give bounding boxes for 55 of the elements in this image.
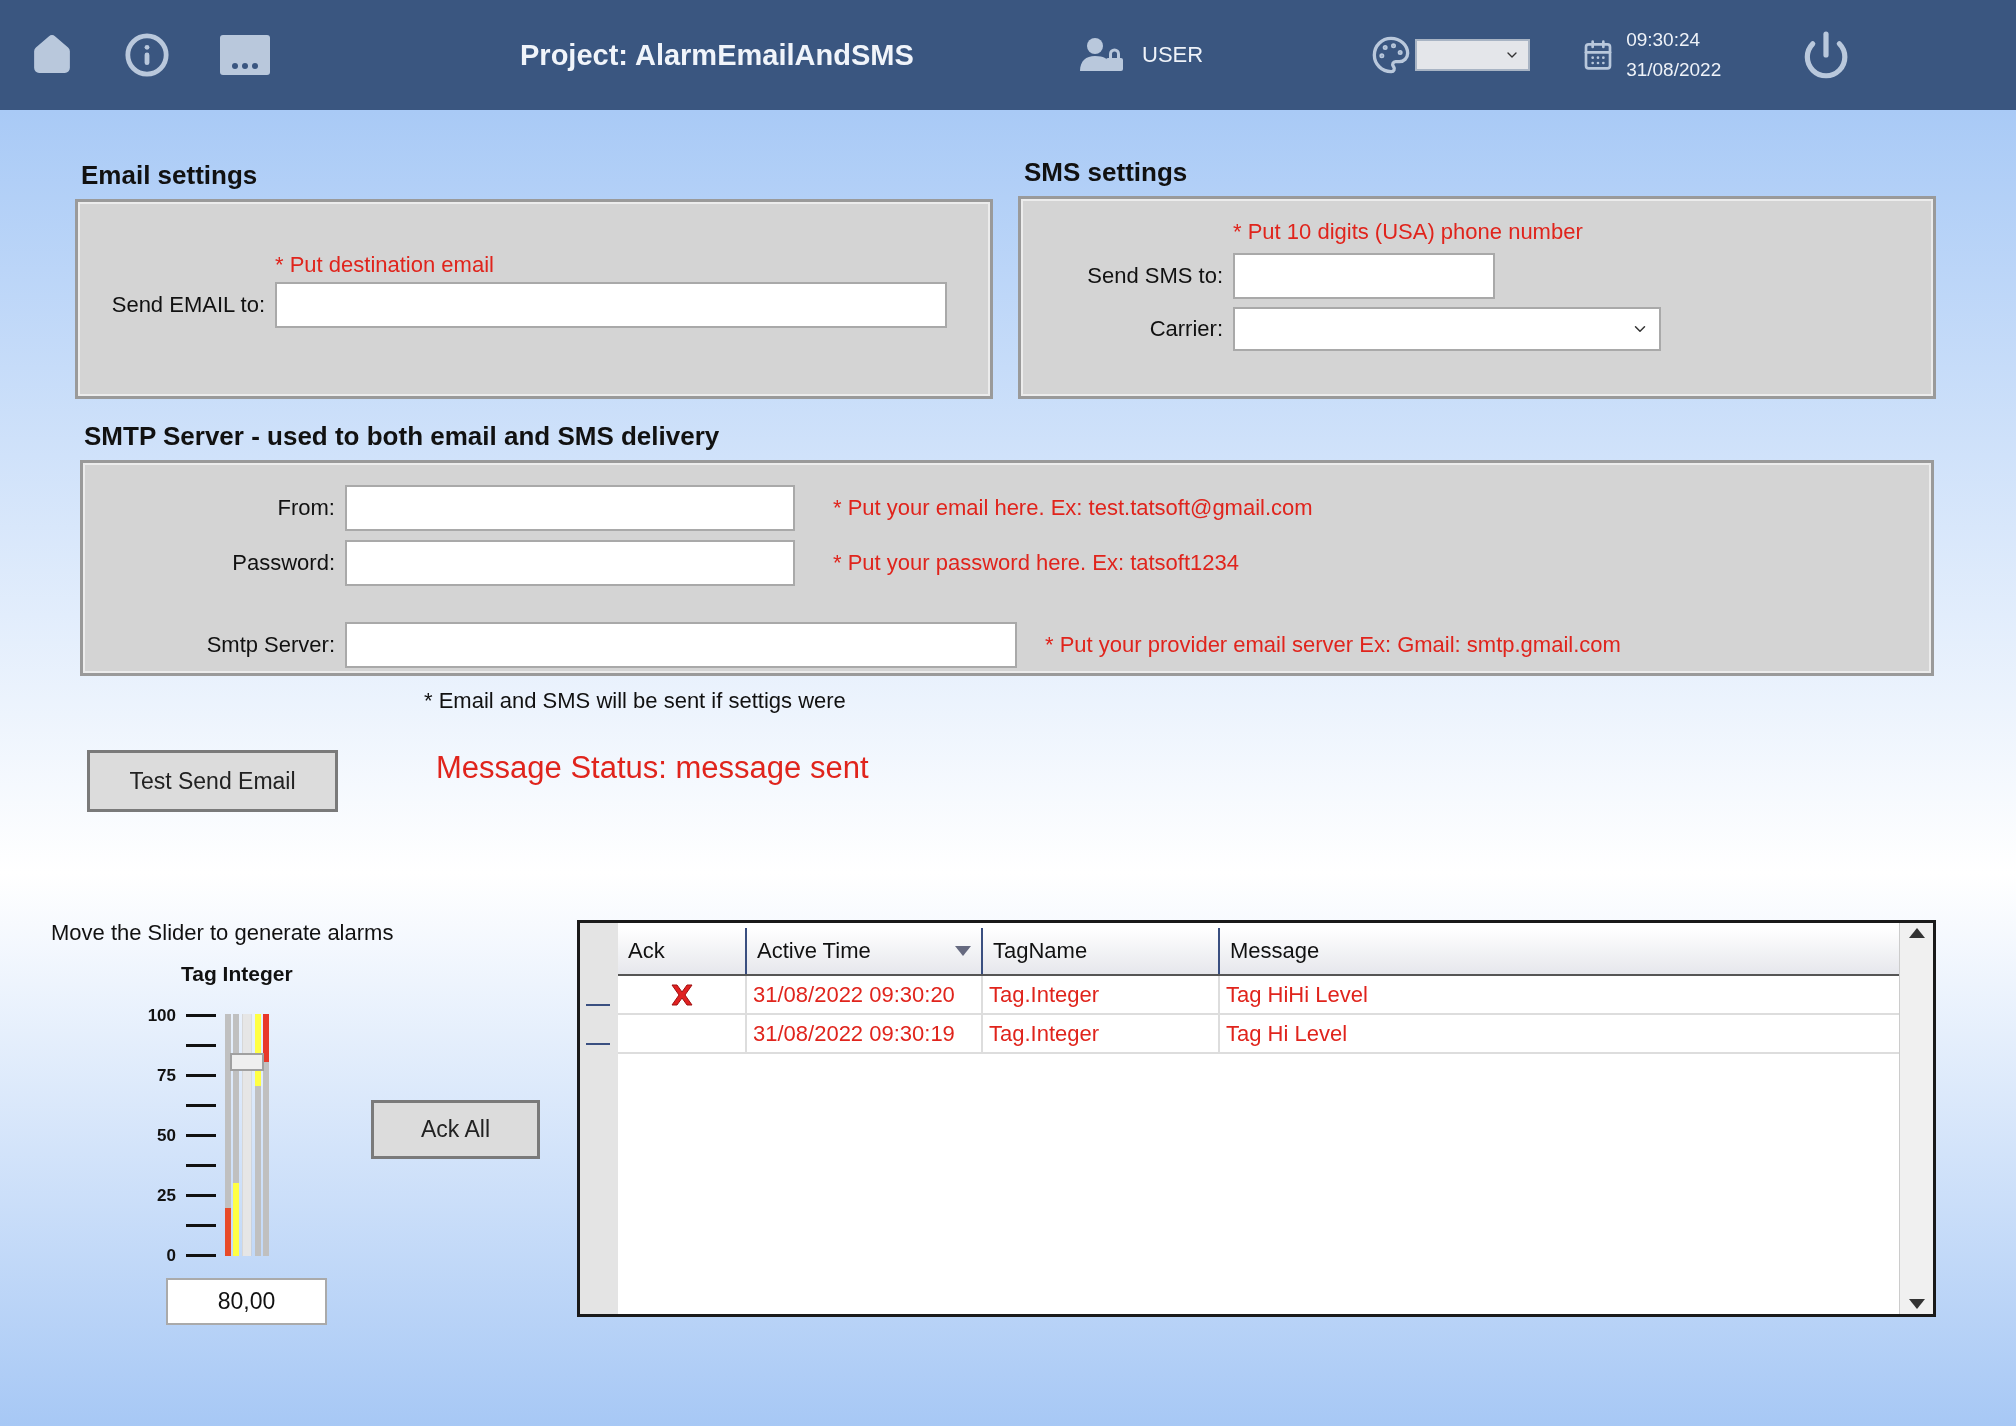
section-title: SMS settings xyxy=(1024,157,1189,188)
palette-icon xyxy=(1371,35,1412,75)
tick-label: 75 xyxy=(157,1066,176,1084)
table-cell: Tag.Integer xyxy=(981,1015,1218,1052)
info-icon[interactable] xyxy=(124,32,170,78)
sort-arrow-icon xyxy=(955,946,971,956)
message-status: Message Status: message sent xyxy=(436,750,869,786)
text-input-field[interactable] xyxy=(345,485,795,531)
user-label: USER xyxy=(1142,42,1204,68)
field-hint: * Put destination email xyxy=(275,252,494,278)
column-header[interactable]: Active Time xyxy=(745,928,981,974)
slider-title: Tag Integer xyxy=(181,962,294,986)
field-hint: * Put your password here. Ex: tatsoft1234 xyxy=(833,550,1239,576)
table-cell: 31/08/2022 09:30:19 xyxy=(745,1015,981,1052)
note-text: * Email and SMS will be sent if settigs were xyxy=(424,688,847,714)
field-hint: * Put your email here. Ex: test.tatsoft@gmail.com xyxy=(833,495,1313,521)
column-header[interactable]: TagName xyxy=(981,928,1218,974)
x-mark-icon[interactable] xyxy=(668,982,695,1007)
text-input-field[interactable] xyxy=(345,540,795,586)
field-label: Carrier: xyxy=(1148,316,1224,342)
tick-label: 50 xyxy=(157,1126,176,1144)
field-label: From: xyxy=(276,495,336,521)
more-icon[interactable] xyxy=(220,35,270,75)
section-title: SMTP Server - used to both email and SMS delivery xyxy=(84,421,721,452)
slider-caption: Move the Slider to generate alarms xyxy=(51,920,395,946)
slider-thumb[interactable] xyxy=(230,1053,264,1072)
field-hint: * Put 10 digits (USA) phone number xyxy=(1233,219,1583,245)
section-title: Email settings xyxy=(81,160,259,191)
text-input-field[interactable] xyxy=(345,622,1017,668)
tick-label: 100 xyxy=(147,1006,176,1024)
slider-track[interactable] xyxy=(230,1014,264,1256)
column-header[interactable]: Ack xyxy=(618,928,745,974)
scrollbar[interactable] xyxy=(1899,923,1933,1314)
table-cell: 31/08/2022 09:30:20 xyxy=(745,976,981,1013)
clock-date: 31/08/2022 xyxy=(1626,59,1722,81)
email-input-field[interactable] xyxy=(275,282,947,328)
field-label: Send EMAIL to: xyxy=(110,292,266,318)
project-title: Project: AlarmEmailAndSMS xyxy=(520,38,915,72)
user-lock-icon xyxy=(1080,37,1124,73)
tick-label: 0 xyxy=(166,1246,176,1264)
phone-input-field[interactable] xyxy=(1233,253,1495,299)
carrier-dropdown[interactable] xyxy=(1233,307,1661,351)
field-label: Send SMS to: xyxy=(1086,263,1224,289)
field-label: Password: xyxy=(231,550,336,576)
clock-time: 09:30:24 xyxy=(1626,29,1702,51)
ack-all-button[interactable]: Ack All xyxy=(371,1100,540,1159)
field-hint: * Put your provider email server Ex: Gmail: smtp.gmail.com xyxy=(1045,632,1621,658)
field-label: Smtp Server: xyxy=(205,632,336,658)
tick-label: 25 xyxy=(157,1186,176,1204)
scroll-up-icon[interactable] xyxy=(1908,928,1925,938)
table-cell: Tag.Integer xyxy=(981,976,1218,1013)
scroll-down-icon[interactable] xyxy=(1908,1299,1925,1309)
theme-dropdown[interactable] xyxy=(1415,39,1531,71)
test-send-email-button[interactable]: Test Send Email xyxy=(87,750,338,812)
value-field[interactable]: 80,00 xyxy=(166,1278,327,1325)
